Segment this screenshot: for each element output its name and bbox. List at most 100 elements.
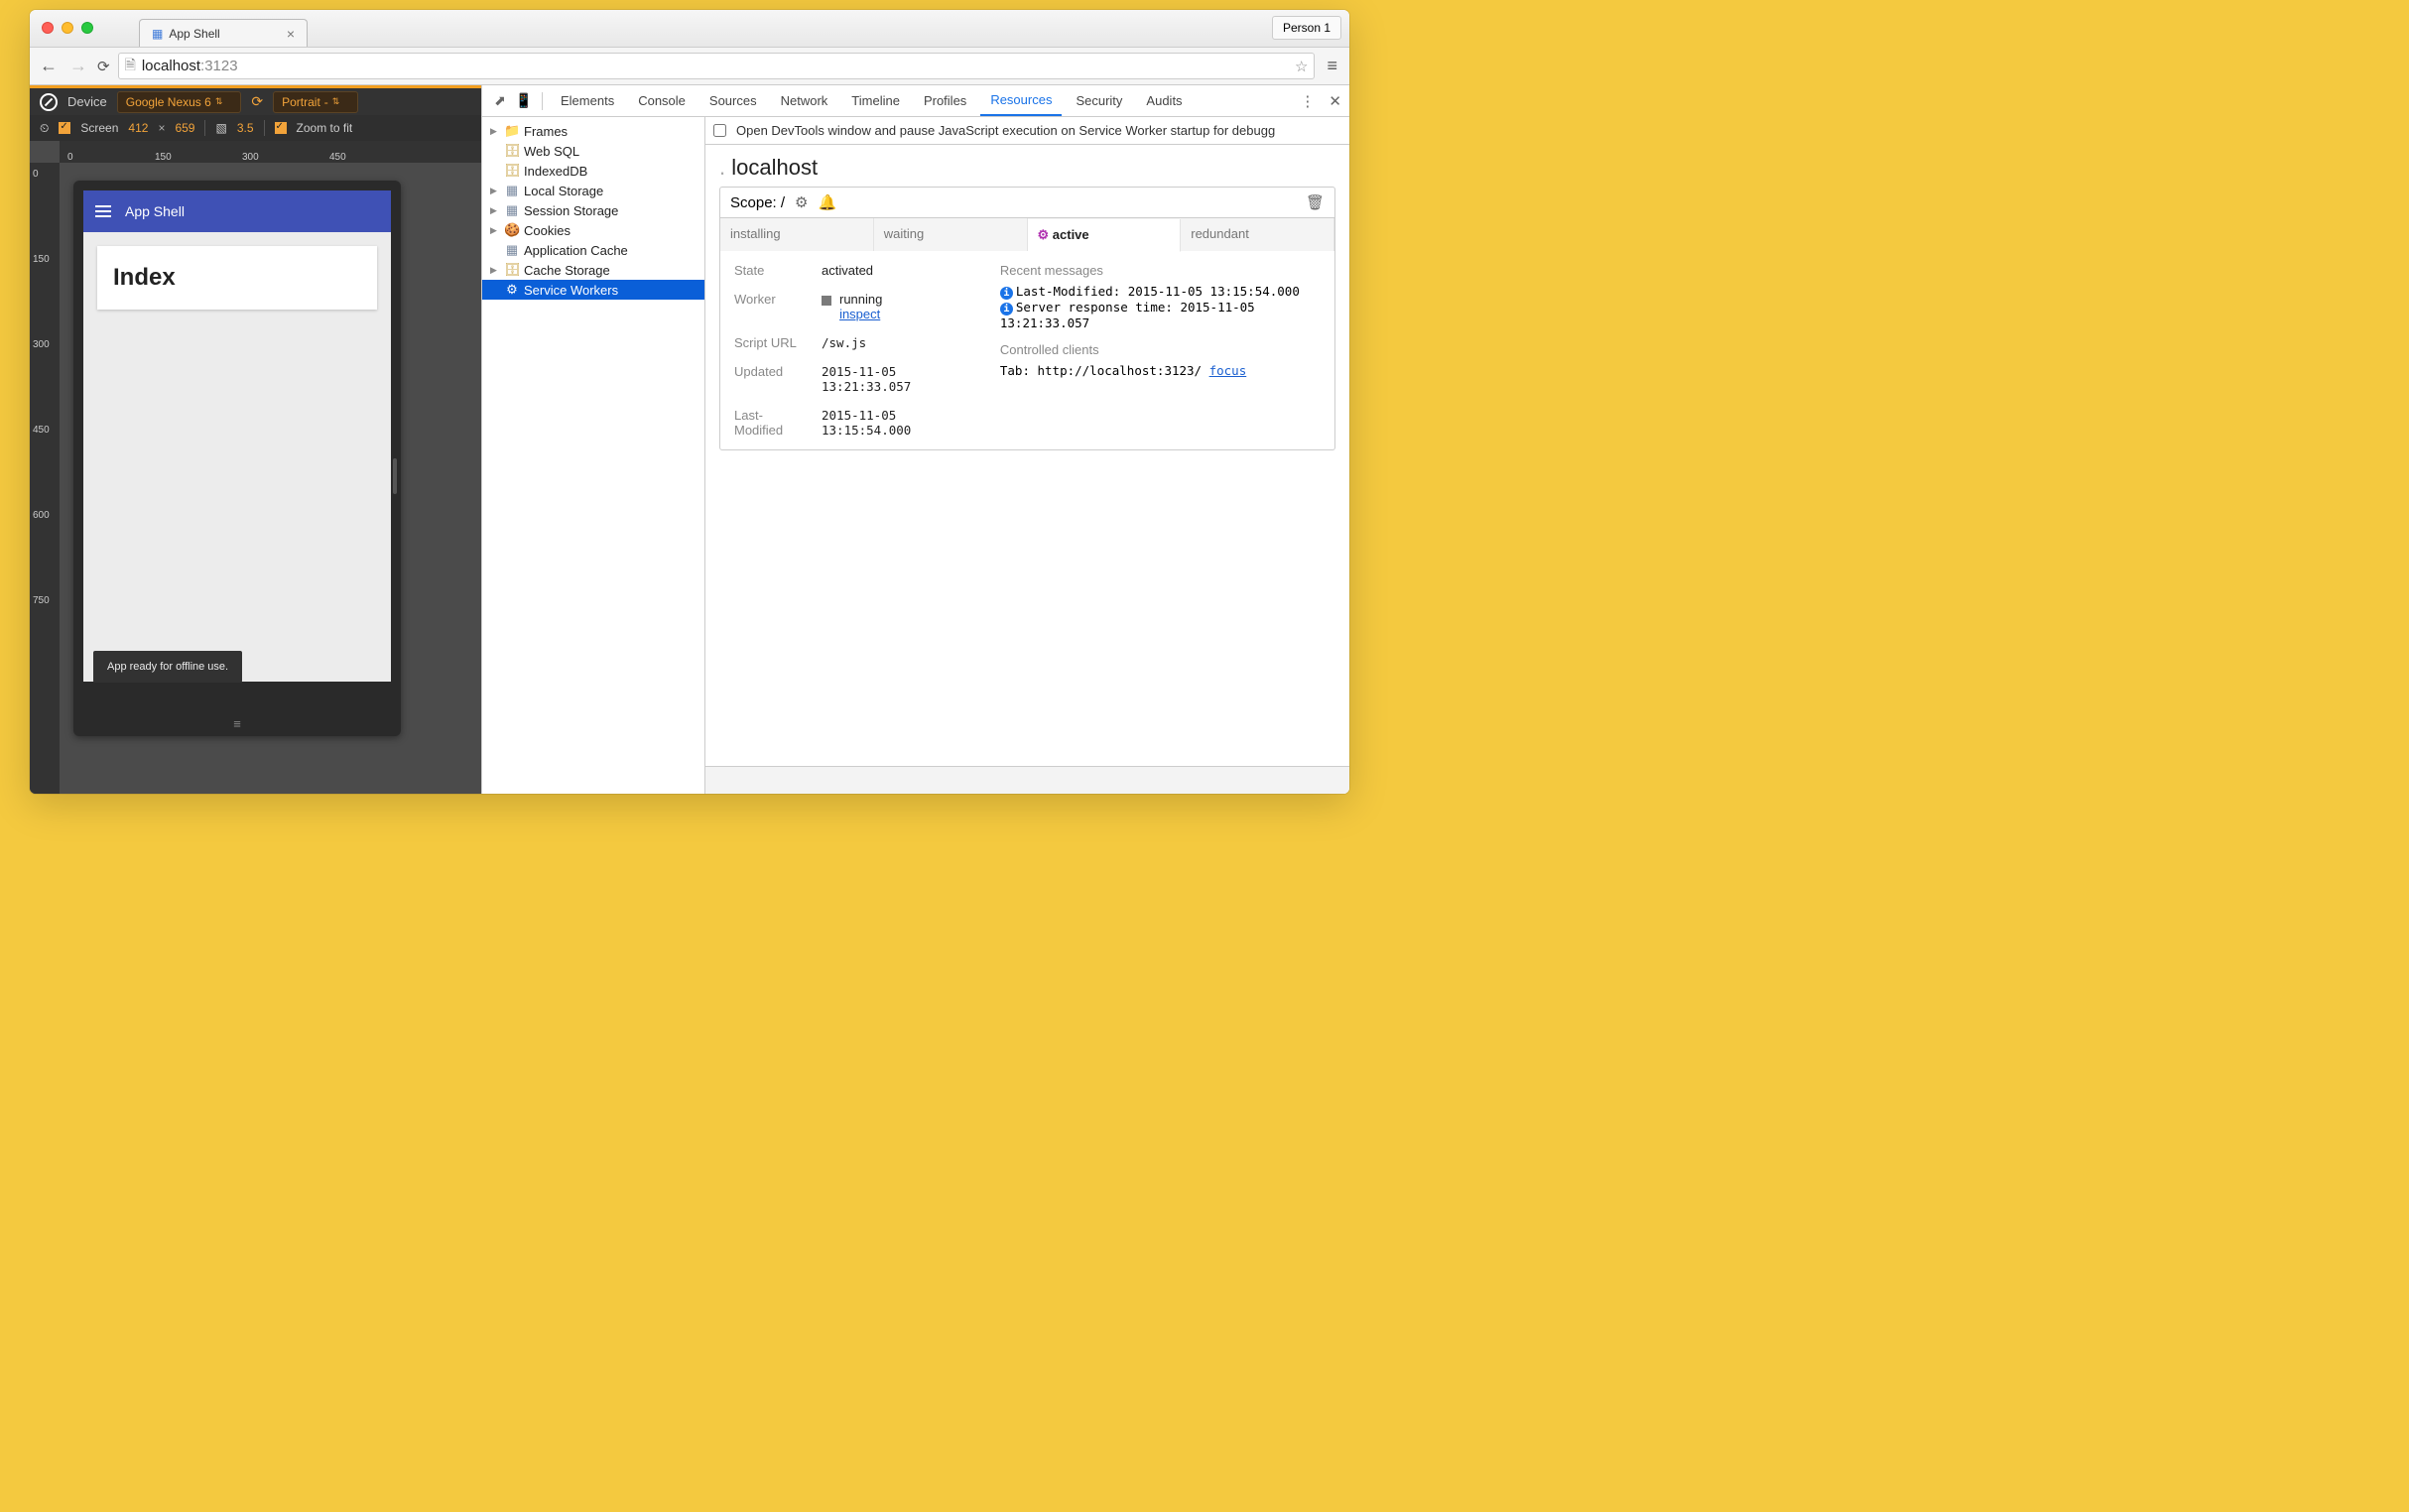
rotate-icon[interactable]: ⟳ [251,93,263,110]
bookmark-star-icon[interactable]: ☆ [1295,58,1308,75]
pause-on-start-checkbox[interactable] [713,124,726,137]
profile-button[interactable]: Person 1 [1272,16,1341,40]
scope-panel: Scope: / ⚙ 🔔 🗑 installing waiting ⚙ acti… [719,187,1335,450]
tree-frames[interactable]: ▶📁Frames [482,121,704,141]
devtools-drawer[interactable] [705,766,1349,794]
inspect-element-icon[interactable]: ⬈ [490,92,510,109]
screen-height[interactable]: 659 [175,121,194,135]
device-select[interactable]: Google Nexus 6⇅ [117,91,242,113]
address-bar[interactable]: 🗎 localhost:3123 ☆ [118,53,1316,79]
screen-label: Screen [80,121,118,135]
browser-tab[interactable]: ▦ App Shell × [139,19,308,47]
window-controls [42,22,93,34]
info-icon: i [1000,287,1013,300]
tree-cachestorage[interactable]: ▶🗄Cache Storage [482,260,704,280]
back-button[interactable]: ← [38,56,60,76]
resources-tree: ▶📁Frames 🗄Web SQL 🗄IndexedDB ▶▦Local Sto… [482,117,705,794]
screen-width[interactable]: 412 [128,121,148,135]
devtools-tabbar: ⬈ 📱 Elements Console Sources Network Tim… [482,85,1349,117]
more-icon[interactable]: ⋮ [1300,92,1315,110]
tab-timeline[interactable]: Timeline [841,85,910,116]
tree-service-workers[interactable]: ⚙Service Workers [482,280,704,300]
browser-window: ▦ App Shell × Person 1 ← → ⟳ 🗎 localhost… [30,10,1349,794]
focus-link[interactable]: focus [1209,363,1247,378]
tab-security[interactable]: Security [1066,85,1132,116]
dpr-icon: ▧ [215,121,226,135]
tree-localstorage[interactable]: ▶▦Local Storage [482,181,704,200]
tree-indexeddb[interactable]: 🗄IndexedDB [482,161,704,181]
sw-tab-installing[interactable]: installing [720,218,874,251]
recent-messages-heading: Recent messages [1000,263,1321,278]
maximize-window-icon[interactable] [81,22,93,34]
tree-appcache[interactable]: ▦Application Cache [482,240,704,260]
ruler-horizontal: 0150300450 [60,141,481,163]
tree-websql[interactable]: 🗄Web SQL [482,141,704,161]
zoom-label: Zoom to fit [297,121,353,135]
url-text: localhost:3123 [142,58,238,74]
disable-emulation-icon[interactable] [40,93,58,111]
sw-tab-waiting[interactable]: waiting [874,218,1028,251]
device-side-button [393,458,397,494]
label-state: State [734,263,812,278]
toggle-device-icon[interactable]: 📱 [514,92,534,109]
stop-icon[interactable] [822,296,831,306]
gear-icon[interactable]: ⚙ [795,193,808,211]
content-card: Index [97,246,377,310]
minimize-window-icon[interactable] [62,22,73,34]
titlebar: ▦ App Shell × Person 1 [30,10,1349,48]
label-last-modified: Last-Modified [734,408,812,438]
zoom-checkbox[interactable] [275,122,287,134]
sw-tab-active[interactable]: ⚙ active [1028,219,1182,252]
sw-properties: State activated Worker running inspect S… [734,263,970,438]
tab-console[interactable]: Console [628,85,696,116]
chevron-updown-icon: ⇅ [332,96,340,107]
bell-icon[interactable]: 🔔 [819,193,837,211]
tab-profiles[interactable]: Profiles [914,85,976,116]
value-last-modified: 2015-11-05 13:15:54.000 [822,408,970,438]
app-title: App Shell [125,203,185,219]
label-worker: Worker [734,292,812,321]
sw-messages: Recent messages iLast-Modified: 2015-11-… [1000,263,1321,438]
device-toolbar: Device Google Nexus 6⇅ ⟳ Portrait - ⇅ [30,85,481,115]
tab-resources[interactable]: Resources [980,85,1062,116]
orientation-select[interactable]: Portrait - ⇅ [273,91,358,113]
tab-sources[interactable]: Sources [699,85,767,116]
message-row: iLast-Modified: 2015-11-05 13:15:54.000 [1000,284,1321,300]
tree-sessionstorage[interactable]: ▶▦Session Storage [482,200,704,220]
close-devtools-icon[interactable]: ✕ [1329,92,1341,110]
info-icon: i [1000,303,1013,315]
host-heading: . localhost [705,145,1349,183]
device-subtoolbar: ⏲ Screen 412 × 659 ▧ 3.5 Zoom to fit [30,115,481,141]
sw-tab-redundant[interactable]: redundant [1181,218,1334,251]
hamburger-icon[interactable] [95,202,111,220]
value-updated: 2015-11-05 13:21:33.057 [822,364,970,394]
page-icon: 🗎 [125,55,136,78]
ruler-vertical: 0150300450600750 [30,163,60,794]
forward-button: → [67,56,89,76]
chrome-menu-icon[interactable]: ≡ [1323,56,1341,76]
device-frame: App Shell Index App ready for offline us… [73,181,401,736]
scope-label: Scope: / [730,194,785,211]
value-worker: running inspect [822,292,970,321]
tab-network[interactable]: Network [771,85,838,116]
device-label: Device [67,94,107,109]
tab-elements[interactable]: Elements [551,85,624,116]
close-tab-icon[interactable]: × [287,26,295,42]
tab-title: App Shell [169,27,219,41]
reload-button[interactable]: ⟳ [97,58,110,75]
client-row: Tab: http://localhost:3123/ focus [1000,363,1321,378]
close-window-icon[interactable] [42,22,54,34]
chevron-updown-icon: ⇅ [215,96,223,107]
page-favicon-icon: ▦ [152,27,163,41]
resources-detail: Open DevTools window and pause JavaScrip… [705,117,1349,794]
delete-icon[interactable]: 🗑 [1306,193,1325,211]
browser-toolbar: ← → ⟳ 🗎 localhost:3123 ☆ ≡ [30,48,1349,85]
app-screen[interactable]: App Shell Index [83,190,391,682]
inspect-link[interactable]: inspect [839,307,880,321]
tree-cookies[interactable]: ▶🍪Cookies [482,220,704,240]
screen-checkbox[interactable] [59,122,70,134]
controlled-clients-heading: Controlled clients [1000,342,1321,357]
dpr-value[interactable]: 3.5 [237,121,254,135]
sw-options-bar: Open DevTools window and pause JavaScrip… [705,117,1349,145]
tab-audits[interactable]: Audits [1136,85,1192,116]
